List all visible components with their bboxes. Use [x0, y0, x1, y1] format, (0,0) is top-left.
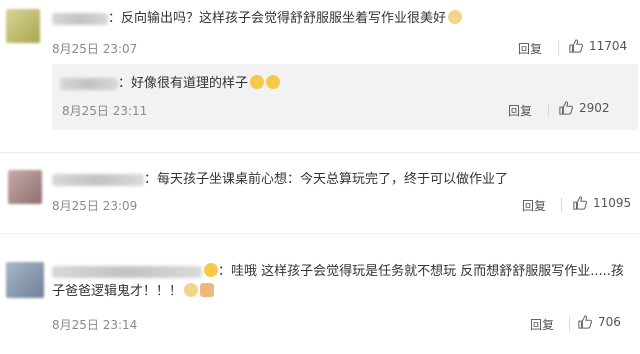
like-count: 11704: [589, 39, 628, 53]
timestamp: 8月25日 23:09: [52, 199, 138, 213]
comment-body-line2: 子爸爸逻辑鬼才！！！: [52, 284, 183, 299]
comment-3: ：哇哦 这样孩子会觉得玩是任务就不想玩 反而想舒舒服服写作业.....孩 子爸爸…: [0, 234, 640, 354]
crying-laughing-emoji-icon: [266, 75, 281, 89]
thumbs-up-emoji-icon: [200, 283, 215, 297]
timestamp: 8月25日 23:07: [52, 42, 138, 56]
like-button[interactable]: 2902: [559, 101, 610, 115]
comment-2: ：每天孩子坐课桌前心想：今天总算玩完了，终于可以做作业了 8月25日 23:09…: [0, 153, 640, 223]
comment-text: ：反向输出吗？这样孩子会觉得舒舒服服坐着写作业很美好: [52, 9, 463, 29]
timestamp: 8月25日 23:11: [62, 104, 148, 118]
divider: [558, 41, 559, 55]
username-blurred[interactable]: [52, 265, 202, 278]
reply-text: ：好像很有道理的样子: [60, 74, 281, 94]
thumbs-up-icon: [578, 315, 592, 329]
reply-box: ：好像很有道理的样子 8月25日 23:11 回复 2902: [52, 64, 638, 130]
username-blurred[interactable]: [52, 12, 108, 25]
avatar[interactable]: [8, 170, 42, 204]
like-count: 706: [598, 315, 621, 329]
divider: [569, 317, 570, 331]
dog-emoji-icon: [448, 10, 463, 24]
comment-text: ：每天孩子坐课桌前心想：今天总算玩完了，终于可以做作业了: [52, 170, 508, 190]
thumbs-up-icon: [573, 196, 587, 210]
comment-body: ：每天孩子坐课桌前心想：今天总算玩完了，终于可以做作业了: [144, 172, 509, 187]
laughing-emoji-icon: [250, 75, 265, 89]
like-count: 11095: [593, 196, 632, 210]
avatar[interactable]: [6, 9, 40, 43]
reply-button[interactable]: 回复: [518, 40, 542, 57]
thumbs-up-icon: [569, 39, 583, 53]
avatar[interactable]: [6, 262, 44, 298]
username-blurred[interactable]: [60, 77, 118, 90]
comment-1: ：反向输出吗？这样孩子会觉得舒舒服服坐着写作业很美好 8月25日 23:07 回…: [0, 0, 640, 145]
reply-button[interactable]: 回复: [508, 102, 532, 119]
like-button[interactable]: 11704: [569, 39, 627, 53]
username-blurred[interactable]: [52, 173, 144, 186]
comment-body: ：反向输出吗？这样孩子会觉得舒舒服服坐着写作业很美好: [108, 11, 447, 26]
comment-text: ：哇哦 这样孩子会觉得玩是任务就不想玩 反而想舒舒服服写作业.....孩 子爸爸…: [52, 262, 632, 302]
like-button[interactable]: 706: [578, 315, 621, 329]
like-count: 2902: [579, 101, 610, 115]
reply-button[interactable]: 回复: [530, 316, 554, 333]
thumbs-up-icon: [559, 101, 573, 115]
timestamp: 8月25日 23:14: [52, 318, 138, 332]
reply-button[interactable]: 回复: [522, 197, 546, 214]
divider: [548, 103, 549, 117]
comment-body-line1: ：哇哦 这样孩子会觉得玩是任务就不想玩 反而想舒舒服服写作业.....孩: [218, 264, 624, 279]
emoji-icon: [204, 263, 218, 277]
divider: [561, 198, 562, 212]
like-button[interactable]: 11095: [573, 196, 631, 210]
reply-body: ：好像很有道理的样子: [118, 76, 249, 91]
dog-emoji-icon: [184, 283, 199, 297]
